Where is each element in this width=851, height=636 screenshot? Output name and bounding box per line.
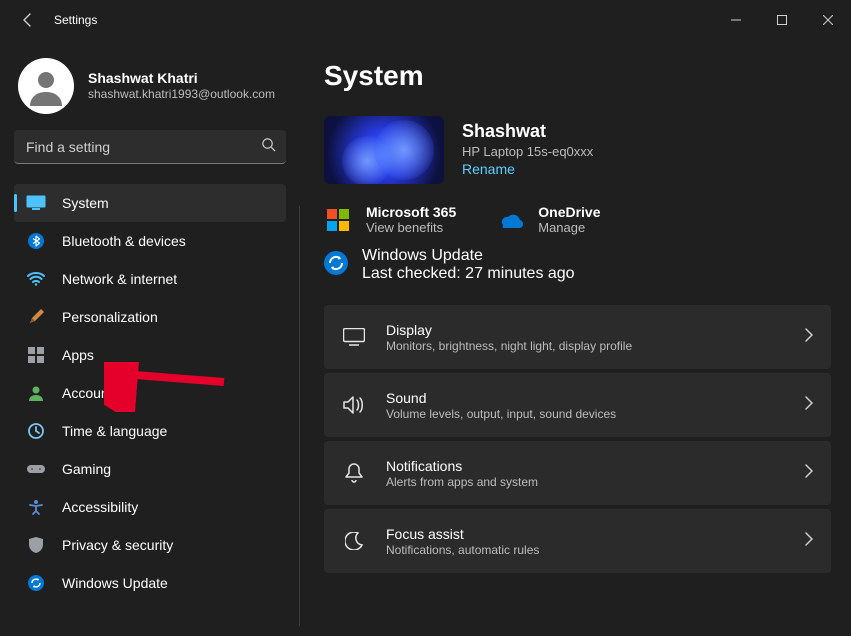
content-area: System Shashwat HP Laptop 15s-eq0xxx Ren… bbox=[300, 40, 851, 636]
m365-icon bbox=[324, 206, 352, 234]
sidebar: Shashwat Khatri shashwat.khatri1993@outl… bbox=[0, 40, 300, 636]
sidebar-item-label: Personalization bbox=[62, 309, 158, 325]
display-icon bbox=[342, 325, 366, 349]
card-sound[interactable]: Sound Volume levels, output, input, soun… bbox=[324, 373, 831, 437]
moon-icon bbox=[342, 529, 366, 553]
wifi-icon bbox=[26, 269, 46, 289]
nav-list: System Bluetooth & devices Network & int… bbox=[14, 184, 286, 602]
profile-email: shashwat.khatri1993@outlook.com bbox=[88, 87, 275, 103]
sound-icon bbox=[342, 393, 366, 417]
search-icon bbox=[261, 137, 276, 157]
card-notifications[interactable]: Notifications Alerts from apps and syste… bbox=[324, 441, 831, 505]
sidebar-item-label: Apps bbox=[62, 347, 94, 363]
chevron-right-icon bbox=[805, 396, 813, 415]
bluetooth-icon bbox=[26, 231, 46, 251]
avatar bbox=[18, 58, 74, 114]
card-display[interactable]: Display Monitors, brightness, night ligh… bbox=[324, 305, 831, 369]
bell-icon bbox=[342, 461, 366, 485]
service-sub: Last checked: 27 minutes ago bbox=[362, 265, 575, 283]
card-title: Focus assist bbox=[386, 526, 785, 542]
sidebar-item-accounts[interactable]: Accounts bbox=[14, 374, 286, 412]
page-title: System bbox=[324, 60, 831, 92]
chevron-right-icon bbox=[805, 532, 813, 551]
update-icon bbox=[26, 573, 46, 593]
chevron-right-icon bbox=[805, 328, 813, 347]
minimize-button[interactable] bbox=[713, 0, 759, 40]
onedrive-icon bbox=[496, 206, 524, 234]
sidebar-item-network[interactable]: Network & internet bbox=[14, 260, 286, 298]
window-controls bbox=[713, 0, 851, 40]
sidebar-item-label: Network & internet bbox=[62, 271, 177, 287]
sidebar-item-label: Windows Update bbox=[62, 575, 168, 591]
profile-block[interactable]: Shashwat Khatri shashwat.khatri1993@outl… bbox=[14, 56, 286, 130]
chevron-right-icon bbox=[805, 464, 813, 483]
service-title: Windows Update bbox=[362, 247, 575, 265]
service-sub: View benefits bbox=[366, 220, 456, 235]
card-title: Sound bbox=[386, 390, 785, 406]
service-sub: Manage bbox=[538, 220, 600, 235]
service-onedrive[interactable]: OneDrive Manage bbox=[496, 204, 600, 235]
search-box[interactable] bbox=[14, 130, 286, 164]
card-focus-assist[interactable]: Focus assist Notifications, automatic ru… bbox=[324, 509, 831, 573]
service-title: Microsoft 365 bbox=[366, 204, 456, 220]
back-button[interactable] bbox=[8, 0, 48, 40]
close-button[interactable] bbox=[805, 0, 851, 40]
shield-icon bbox=[26, 535, 46, 555]
window-title: Settings bbox=[54, 13, 97, 27]
card-title: Notifications bbox=[386, 458, 785, 474]
sidebar-item-apps[interactable]: Apps bbox=[14, 336, 286, 374]
sidebar-item-label: Bluetooth & devices bbox=[62, 233, 186, 249]
sidebar-item-personalization[interactable]: Personalization bbox=[14, 298, 286, 336]
sidebar-item-label: Time & language bbox=[62, 423, 167, 439]
system-icon bbox=[26, 193, 46, 213]
service-m365[interactable]: Microsoft 365 View benefits bbox=[324, 204, 456, 235]
clock-icon bbox=[26, 421, 46, 441]
device-block: Shashwat HP Laptop 15s-eq0xxx Rename bbox=[324, 116, 831, 184]
services-row: Microsoft 365 View benefits OneDrive Man… bbox=[324, 204, 831, 235]
maximize-button[interactable] bbox=[759, 0, 805, 40]
card-sub: Alerts from apps and system bbox=[386, 475, 785, 489]
gaming-icon bbox=[26, 459, 46, 479]
card-sub: Notifications, automatic rules bbox=[386, 543, 785, 557]
device-model: HP Laptop 15s-eq0xxx bbox=[462, 144, 593, 159]
person-icon bbox=[26, 383, 46, 403]
rename-link[interactable]: Rename bbox=[462, 161, 515, 177]
sidebar-item-label: Accessibility bbox=[62, 499, 138, 515]
apps-icon bbox=[26, 345, 46, 365]
sidebar-item-update[interactable]: Windows Update bbox=[14, 564, 286, 602]
sidebar-item-privacy[interactable]: Privacy & security bbox=[14, 526, 286, 564]
brush-icon bbox=[26, 307, 46, 327]
device-name: Shashwat bbox=[462, 121, 593, 142]
profile-name: Shashwat Khatri bbox=[88, 69, 275, 87]
sidebar-item-label: Accounts bbox=[62, 385, 120, 401]
service-title: OneDrive bbox=[538, 204, 600, 220]
sidebar-item-label: System bbox=[62, 195, 109, 211]
accessibility-icon bbox=[26, 497, 46, 517]
sidebar-item-gaming[interactable]: Gaming bbox=[14, 450, 286, 488]
sidebar-item-label: Privacy & security bbox=[62, 537, 173, 553]
sidebar-item-bluetooth[interactable]: Bluetooth & devices bbox=[14, 222, 286, 260]
sidebar-item-system[interactable]: System bbox=[14, 184, 286, 222]
settings-cards: Display Monitors, brightness, night ligh… bbox=[324, 305, 831, 573]
card-sub: Monitors, brightness, night light, displ… bbox=[386, 339, 785, 353]
sidebar-item-label: Gaming bbox=[62, 461, 111, 477]
sidebar-item-accessibility[interactable]: Accessibility bbox=[14, 488, 286, 526]
sidebar-item-time[interactable]: Time & language bbox=[14, 412, 286, 450]
windows-update-icon bbox=[324, 251, 348, 280]
service-windows-update[interactable]: Windows Update Last checked: 27 minutes … bbox=[324, 247, 831, 283]
titlebar: Settings bbox=[0, 0, 851, 40]
card-sub: Volume levels, output, input, sound devi… bbox=[386, 407, 785, 421]
device-wallpaper bbox=[324, 116, 444, 184]
search-input[interactable] bbox=[14, 130, 286, 164]
card-title: Display bbox=[386, 322, 785, 338]
